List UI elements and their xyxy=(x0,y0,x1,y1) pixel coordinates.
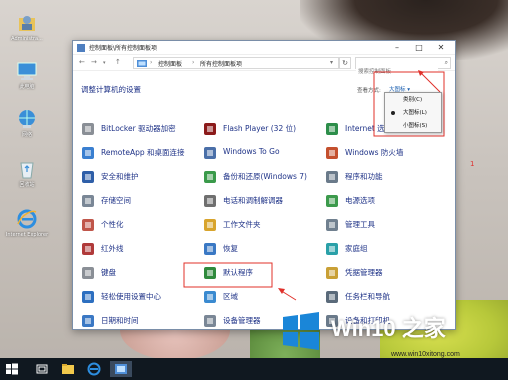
view-by-menu: 类别(C) 大图标(L) 小图标(S) xyxy=(384,92,442,133)
menu-item-label: 类别(C) xyxy=(403,97,423,103)
menu-item-small-icons[interactable]: 小图标(S) xyxy=(385,120,443,132)
win10-watermark: Win10 之家 www.win10xitong.com xyxy=(275,305,508,365)
default-programs-arrowhead xyxy=(278,288,285,294)
annotation-step-number: 1 xyxy=(470,160,475,168)
watermark-title: Win10 之家 xyxy=(331,316,446,341)
default-programs-highlight-box xyxy=(183,262,273,288)
annotation-arrow-line xyxy=(419,71,441,93)
menu-item-large-icons[interactable]: 大图标(L) xyxy=(385,107,443,119)
windows-logo-icon xyxy=(283,312,319,350)
watermark-url: www.win10xitong.com xyxy=(391,351,460,358)
menu-item-category[interactable]: 类别(C) xyxy=(385,94,443,106)
menu-item-label: 大图标(L) xyxy=(403,110,427,116)
menu-item-label: 小图标(S) xyxy=(403,123,428,129)
selected-bullet-icon xyxy=(391,111,395,115)
